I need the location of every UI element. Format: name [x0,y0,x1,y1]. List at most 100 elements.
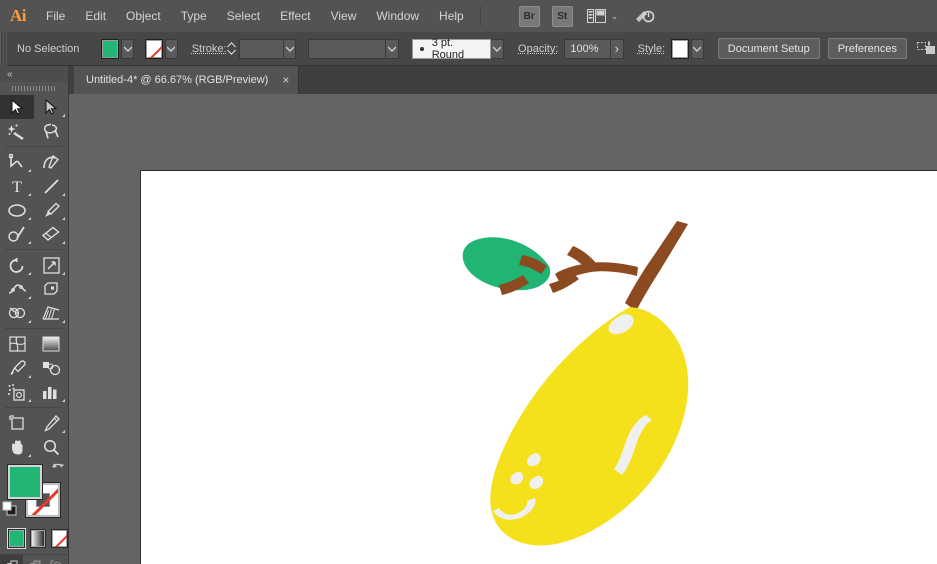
tool-flyout-indicator-icon [28,169,31,172]
tools-panel-grip[interactable] [0,82,68,95]
arrange-documents-icon[interactable] [587,9,606,23]
variable-width-chevron-down-icon[interactable] [386,39,399,59]
stroke-weight-stepper[interactable] [227,39,237,59]
variable-width-profile-input[interactable] [308,39,386,59]
brush-definition-input[interactable]: 3 pt. Round [412,39,491,59]
tool-divider [0,325,68,332]
tool-divider [0,246,68,253]
tool-flyout-indicator-icon [62,114,65,117]
perspective-grid-tool[interactable] [34,301,68,325]
fill-color-swatch[interactable] [101,39,119,59]
gradient-tool[interactable] [34,332,68,356]
curvature-tool[interactable] [34,150,68,174]
menu-bar: Ai File Edit Object Type Select Effect V… [0,0,937,32]
mesh-tool[interactable] [0,332,34,356]
menu-item-effect[interactable]: Effect [270,0,320,32]
direct-selection-tool[interactable] [34,95,68,119]
search-adobe-stock-icon[interactable] [634,7,656,25]
brush-chevron-down-icon[interactable] [491,39,504,59]
tool-flyout-indicator-icon [62,430,65,433]
column-graph-tool[interactable] [34,380,68,404]
draw-inside-mode[interactable] [45,555,68,564]
paintbrush-tool[interactable] [34,198,68,222]
draw-normal-mode[interactable] [0,555,23,564]
swap-fill-stroke-icon[interactable] [51,463,65,482]
scale-tool[interactable] [34,253,68,277]
svg-text:T: T [12,179,22,194]
tools-panel: « T [0,66,69,564]
symbol-sprayer-tool[interactable] [0,380,34,404]
close-icon[interactable]: × [282,74,289,86]
artboard-tool[interactable] [0,411,34,435]
menu-item-type[interactable]: Type [171,0,217,32]
stroke-weight-label: Stroke: [192,43,227,55]
collapse-panel-icon[interactable]: « [0,66,68,82]
shape-builder-tool[interactable] [0,301,34,325]
stroke-color-swatch[interactable] [145,39,163,59]
tool-flyout-indicator-icon [28,454,31,457]
stroke-weight-chevron-down-icon[interactable] [284,39,297,59]
stroke-chevron-down-icon[interactable] [165,39,178,59]
align-arrange-icon[interactable] [917,41,937,57]
fill-chevron-down-icon[interactable] [121,39,134,59]
blend-tool[interactable] [34,356,68,380]
ellipse-tool[interactable] [0,198,34,222]
style-label: Style: [638,43,666,55]
free-transform-tool[interactable] [34,277,68,301]
menu-item-help[interactable]: Help [429,0,474,32]
tool-divider [0,404,68,411]
menu-item-select[interactable]: Select [217,0,270,32]
style-chevron-down-icon[interactable] [691,39,704,59]
tool-flyout-indicator-icon [28,320,31,323]
lemon-illustration[interactable] [141,171,937,564]
menu-item-window[interactable]: Window [366,0,429,32]
document-setup-button[interactable]: Document Setup [718,38,820,59]
fill-color-control[interactable] [8,465,42,499]
stock-launch-icon[interactable]: St [552,6,573,27]
lemon-body [490,307,688,545]
menu-item-edit[interactable]: Edit [75,0,116,32]
tool-flyout-indicator-icon [62,272,65,275]
document-tab-title: Untitled-4* @ 66.67% (RGB/Preview) [86,74,268,86]
shaper-pencil-tool[interactable] [0,222,34,246]
eraser-tool[interactable] [34,222,68,246]
hand-tool[interactable] [0,435,34,459]
gradient-swatch[interactable] [30,529,47,548]
line-segment-tool[interactable] [34,174,68,198]
menu-item-file[interactable]: File [36,0,75,32]
width-tool[interactable] [0,277,34,301]
menu-item-object[interactable]: Object [116,0,171,32]
menu-item-view[interactable]: View [321,0,367,32]
bridge-launch-icon[interactable]: Br [519,6,540,27]
color-swatch[interactable] [8,529,25,548]
tool-flyout-indicator-icon [62,320,65,323]
rotate-tool[interactable] [0,253,34,277]
selection-tool[interactable] [0,95,34,119]
preferences-button[interactable]: Preferences [828,38,907,59]
brush-definition-label: 3 pt. Round [432,37,486,61]
opacity-input[interactable]: 100% [564,39,610,59]
app-logo-icon: Ai [0,0,36,32]
graphic-style-swatch[interactable] [671,39,689,59]
tool-flyout-indicator-icon [62,193,65,196]
artboard[interactable] [140,170,937,564]
magic-wand-tool[interactable] [0,119,34,143]
type-tool[interactable]: T [0,174,34,198]
illustrator-window: Ai File Edit Object Type Select Effect V… [0,0,937,564]
stroke-weight-input[interactable] [239,39,284,59]
arrange-chevron-down-icon[interactable]: ⌄ [611,11,619,22]
default-fill-stroke-icon[interactable] [2,501,18,522]
control-bar-grip[interactable] [0,32,7,66]
draw-behind-mode[interactable] [23,555,46,564]
pen-tool[interactable] [0,150,34,174]
zoom-tool[interactable] [34,435,68,459]
slice-tool[interactable] [34,411,68,435]
eyedropper-tool[interactable] [0,356,34,380]
opacity-arrow-icon[interactable]: › [611,39,624,59]
canvas-area[interactable] [69,94,937,564]
document-tab-bar: Untitled-4* @ 66.67% (RGB/Preview) × [0,66,937,94]
tool-flyout-indicator-icon [28,272,31,275]
none-swatch[interactable] [51,529,68,548]
document-tab[interactable]: Untitled-4* @ 66.67% (RGB/Preview) × [74,66,299,94]
lasso-tool[interactable] [34,119,68,143]
